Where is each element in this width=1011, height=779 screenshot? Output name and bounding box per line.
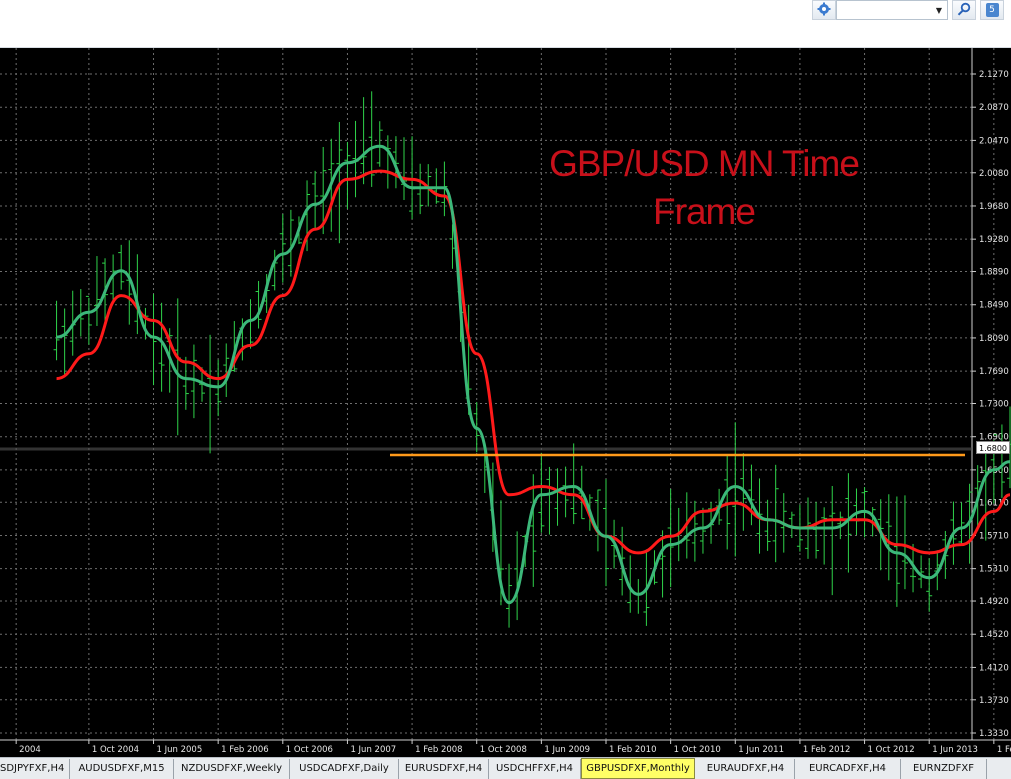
x-tick-label: 1 Feb 2012 [803,745,851,755]
help-badge-icon: 5 [985,3,999,17]
x-tick-label: 1 Oct 2006 [286,745,333,755]
chart-title: GBP/USD MN Time Frame [549,143,860,232]
x-tick-label: 1 Oct 2004 [92,745,139,755]
help-button[interactable]: 5 [980,0,1004,20]
tab-eurusdfxf-h4[interactable]: EURUSDFXF,H4 [399,759,489,779]
price-chart[interactable]: 2.1270 2.0870 2.0470 2.0080 1.9680 1.9280 1.88… [0,48,1011,757]
tab-audusdfxf-m15[interactable]: AUDUSDFXF,M15 [70,759,174,779]
x-tick-label: 1 Feb 2010 [609,745,657,755]
tab-usdjpyfxf-h4[interactable]: USDJPYFXF,H4 [0,759,70,779]
x-tick-label: 1 Feb 2006 [221,745,269,755]
gear-icon [817,1,831,20]
current-price-label: 1.6800 [976,441,1010,454]
chevron-down-icon[interactable]: ▼ [931,1,947,19]
x-tick-label: 1 Jun 2005 [157,745,203,755]
x-tick-label: 1 Feb 2014 [997,745,1011,755]
y-tick-label: 1.4920 [979,597,1009,607]
y-tick-label: 1.4520 [979,630,1009,640]
y-tick-label: 1.4120 [979,663,1009,673]
settings-button[interactable] [812,0,836,20]
chart-tab-bar: USDJPYFXF,H4AUDUSDFXF,M15NZDUSDFXF,Weekl… [0,757,1011,779]
y-tick-label: 1.9680 [979,202,1009,212]
y-tick-label: 1.8490 [979,301,1009,311]
tab-usdcadfxf-daily[interactable]: USDCADFXF,Daily [290,759,399,779]
x-tick-label: 1 Jun 2007 [350,745,396,755]
tab-eurcadfxf-h4[interactable]: EURCADFXF,H4 [795,759,901,779]
x-tick-label: 1 Jun 2011 [738,745,784,755]
tab-usdchffxf-h4[interactable]: USDCHFFXF,H4 [489,759,581,779]
magnifier-icon [957,1,971,20]
x-tick-label: 1 Feb 2008 [415,745,463,755]
y-tick-label: 1.8090 [979,334,1009,344]
y-tick-label: 1.3730 [979,696,1009,706]
search-button[interactable] [952,0,976,20]
y-tick-label: 1.5710 [979,531,1009,541]
y-tick-label: 1.5310 [979,565,1009,575]
top-toolbar: ▼ 5 [0,0,1011,48]
x-tick-label: 1 Oct 2008 [480,745,527,755]
y-tick-label: 1.3330 [979,729,1009,739]
x-tick-label: 1 Oct 2010 [674,745,721,755]
search-input[interactable]: ▼ [836,0,948,20]
y-tick-label: 2.1270 [979,70,1009,80]
tab-gbpusdfxf-monthly[interactable]: GBPUSDFXF,Monthly [581,758,695,779]
y-tick-label: 2.0470 [979,136,1009,146]
y-tick-label: 1.9280 [979,235,1009,245]
y-tick-label: 2.0870 [979,103,1009,113]
y-tick-label: 1.7300 [979,400,1009,410]
y-tick-label: 1.7690 [979,367,1009,377]
y-tick-label: 1.8890 [979,268,1009,278]
tab-eurnzdfxf[interactable]: EURNZDFXF [901,759,987,779]
tab-nzdusdfxf-weekly[interactable]: NZDUSDFXF,Weekly [174,759,290,779]
x-tick-label: 1 Jun 2009 [544,745,590,755]
x-tick-label: 2004 [19,745,41,755]
x-tick-label: 1 Jun 2013 [932,745,978,755]
x-tick-label: 1 Oct 2012 [868,745,915,755]
y-tick-label: 2.0080 [979,169,1009,179]
tab-euraudfxf-h4[interactable]: EURAUDFXF,H4 [697,759,795,779]
